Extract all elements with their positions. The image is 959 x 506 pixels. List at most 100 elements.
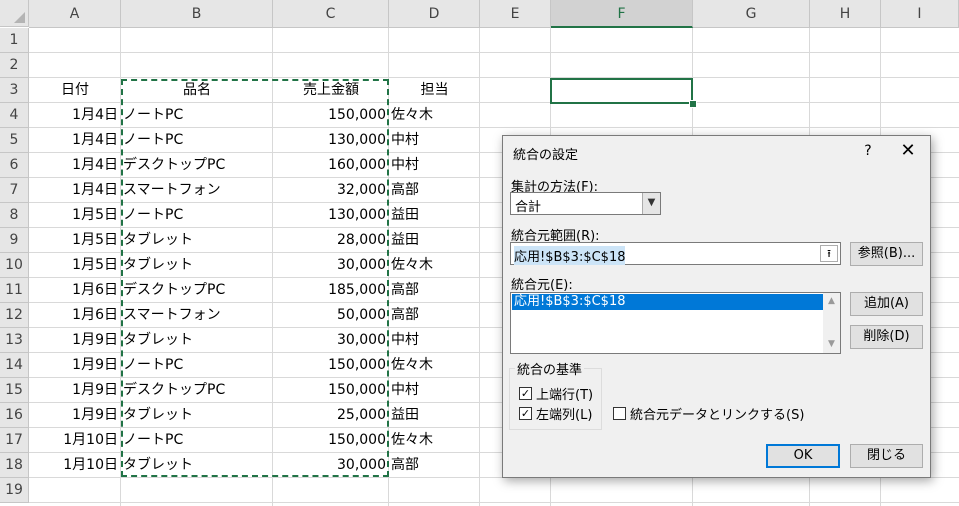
table-cell-item[interactable]: タブレット [121, 403, 273, 428]
table-cell-person[interactable]: 高部 [389, 303, 480, 328]
table-cell-person[interactable]: 益田 [389, 228, 480, 253]
table-cell-person[interactable]: 益田 [389, 403, 480, 428]
table-cell-sales[interactable]: 30,000 [273, 453, 389, 478]
table-cell-item[interactable]: スマートフォン [121, 303, 273, 328]
table-cell-item[interactable]: ノートPC [121, 203, 273, 228]
function-select[interactable]: 合計 ▼ [510, 192, 661, 215]
table-cell-date[interactable]: 1月4日 [29, 128, 121, 153]
all-references-list[interactable]: 応用!$B$3:$C$18 ▲ ▼ [510, 292, 841, 354]
ok-button[interactable]: OK [766, 444, 840, 468]
header-cell-sales[interactable]: 売上金額 [273, 78, 389, 103]
row-header-4[interactable]: 4 [0, 103, 29, 128]
row-header-9[interactable]: 9 [0, 228, 29, 253]
table-cell-sales[interactable]: 25,000 [273, 403, 389, 428]
row-header-16[interactable]: 16 [0, 403, 29, 428]
select-all-corner[interactable] [0, 0, 29, 27]
table-cell-person[interactable]: 高部 [389, 453, 480, 478]
table-cell-sales[interactable]: 160,000 [273, 153, 389, 178]
table-cell-date[interactable]: 1月9日 [29, 378, 121, 403]
table-cell-person[interactable]: 中村 [389, 378, 480, 403]
table-cell-date[interactable]: 1月10日 [29, 453, 121, 478]
table-cell-date[interactable]: 1月9日 [29, 403, 121, 428]
table-cell-person[interactable]: 佐々木 [389, 428, 480, 453]
left-column-checkbox[interactable]: ✓ [519, 407, 532, 420]
top-row-checkbox[interactable]: ✓ [519, 387, 532, 400]
table-cell-date[interactable]: 1月5日 [29, 228, 121, 253]
row-header-8[interactable]: 8 [0, 203, 29, 228]
table-cell-sales[interactable]: 150,000 [273, 428, 389, 453]
table-cell-person[interactable]: 佐々木 [389, 103, 480, 128]
list-item[interactable]: 応用!$B$3:$C$18 [512, 294, 823, 310]
table-cell-person[interactable]: 高部 [389, 278, 480, 303]
row-header-14[interactable]: 14 [0, 353, 29, 378]
table-cell-person[interactable]: 中村 [389, 153, 480, 178]
delete-button[interactable]: 削除(D) [850, 325, 923, 349]
table-cell-sales[interactable]: 50,000 [273, 303, 389, 328]
close-icon[interactable]: ✕ [897, 140, 919, 162]
table-cell-sales[interactable]: 150,000 [273, 103, 389, 128]
column-header-F[interactable]: F [551, 0, 693, 28]
chevron-down-icon[interactable]: ▼ [642, 193, 660, 214]
table-cell-sales[interactable]: 150,000 [273, 353, 389, 378]
header-cell-person[interactable]: 担当 [389, 78, 480, 103]
row-header-19[interactable]: 19 [0, 478, 29, 503]
column-header-C[interactable]: C [273, 0, 389, 28]
add-button[interactable]: 追加(A) [850, 292, 923, 316]
table-cell-item[interactable]: ノートPC [121, 128, 273, 153]
collapse-dialog-icon[interactable]: ⭱ [820, 245, 838, 262]
row-header-1[interactable]: 1 [0, 28, 29, 53]
scroll-down-icon[interactable]: ▼ [823, 336, 840, 353]
table-cell-person[interactable]: 佐々木 [389, 253, 480, 278]
column-header-G[interactable]: G [693, 0, 810, 28]
table-cell-item[interactable]: タブレット [121, 328, 273, 353]
table-cell-date[interactable]: 1月6日 [29, 278, 121, 303]
table-cell-item[interactable]: タブレット [121, 453, 273, 478]
reference-input[interactable]: 応用!$B$3:$C$18 ⭱ [510, 242, 841, 265]
table-cell-item[interactable]: デスクトップPC [121, 278, 273, 303]
row-header-2[interactable]: 2 [0, 53, 29, 78]
table-cell-date[interactable]: 1月5日 [29, 203, 121, 228]
row-header-17[interactable]: 17 [0, 428, 29, 453]
table-cell-person[interactable]: 益田 [389, 203, 480, 228]
row-header-13[interactable]: 13 [0, 328, 29, 353]
column-header-I[interactable]: I [881, 0, 959, 28]
list-scrollbar[interactable]: ▲ ▼ [823, 293, 840, 353]
table-cell-person[interactable]: 中村 [389, 128, 480, 153]
row-header-6[interactable]: 6 [0, 153, 29, 178]
row-header-15[interactable]: 15 [0, 378, 29, 403]
fill-handle[interactable] [689, 100, 697, 108]
table-cell-sales[interactable]: 185,000 [273, 278, 389, 303]
table-cell-date[interactable]: 1月6日 [29, 303, 121, 328]
row-header-3[interactable]: 3 [0, 78, 29, 103]
table-cell-date[interactable]: 1月4日 [29, 153, 121, 178]
table-cell-item[interactable]: スマートフォン [121, 178, 273, 203]
table-cell-person[interactable]: 高部 [389, 178, 480, 203]
header-cell-date[interactable]: 日付 [29, 78, 121, 103]
table-cell-date[interactable]: 1月10日 [29, 428, 121, 453]
table-cell-sales[interactable]: 30,000 [273, 253, 389, 278]
table-cell-person[interactable]: 佐々木 [389, 353, 480, 378]
table-cell-sales[interactable]: 130,000 [273, 128, 389, 153]
column-header-A[interactable]: A [29, 0, 121, 28]
table-cell-person[interactable]: 中村 [389, 328, 480, 353]
column-header-H[interactable]: H [810, 0, 881, 28]
column-header-E[interactable]: E [480, 0, 551, 28]
table-cell-sales[interactable]: 30,000 [273, 328, 389, 353]
table-cell-item[interactable]: ノートPC [121, 103, 273, 128]
table-cell-item[interactable]: ノートPC [121, 428, 273, 453]
table-cell-sales[interactable]: 130,000 [273, 203, 389, 228]
row-header-7[interactable]: 7 [0, 178, 29, 203]
table-cell-date[interactable]: 1月9日 [29, 353, 121, 378]
table-cell-sales[interactable]: 32,000 [273, 178, 389, 203]
column-header-D[interactable]: D [389, 0, 480, 28]
table-cell-sales[interactable]: 150,000 [273, 378, 389, 403]
table-cell-date[interactable]: 1月4日 [29, 103, 121, 128]
row-header-11[interactable]: 11 [0, 278, 29, 303]
table-cell-item[interactable]: タブレット [121, 228, 273, 253]
table-cell-item[interactable]: タブレット [121, 253, 273, 278]
scroll-up-icon[interactable]: ▲ [823, 293, 840, 310]
row-header-12[interactable]: 12 [0, 303, 29, 328]
close-button[interactable]: 閉じる [850, 444, 923, 468]
header-cell-item[interactable]: 品名 [121, 78, 273, 103]
row-header-10[interactable]: 10 [0, 253, 29, 278]
